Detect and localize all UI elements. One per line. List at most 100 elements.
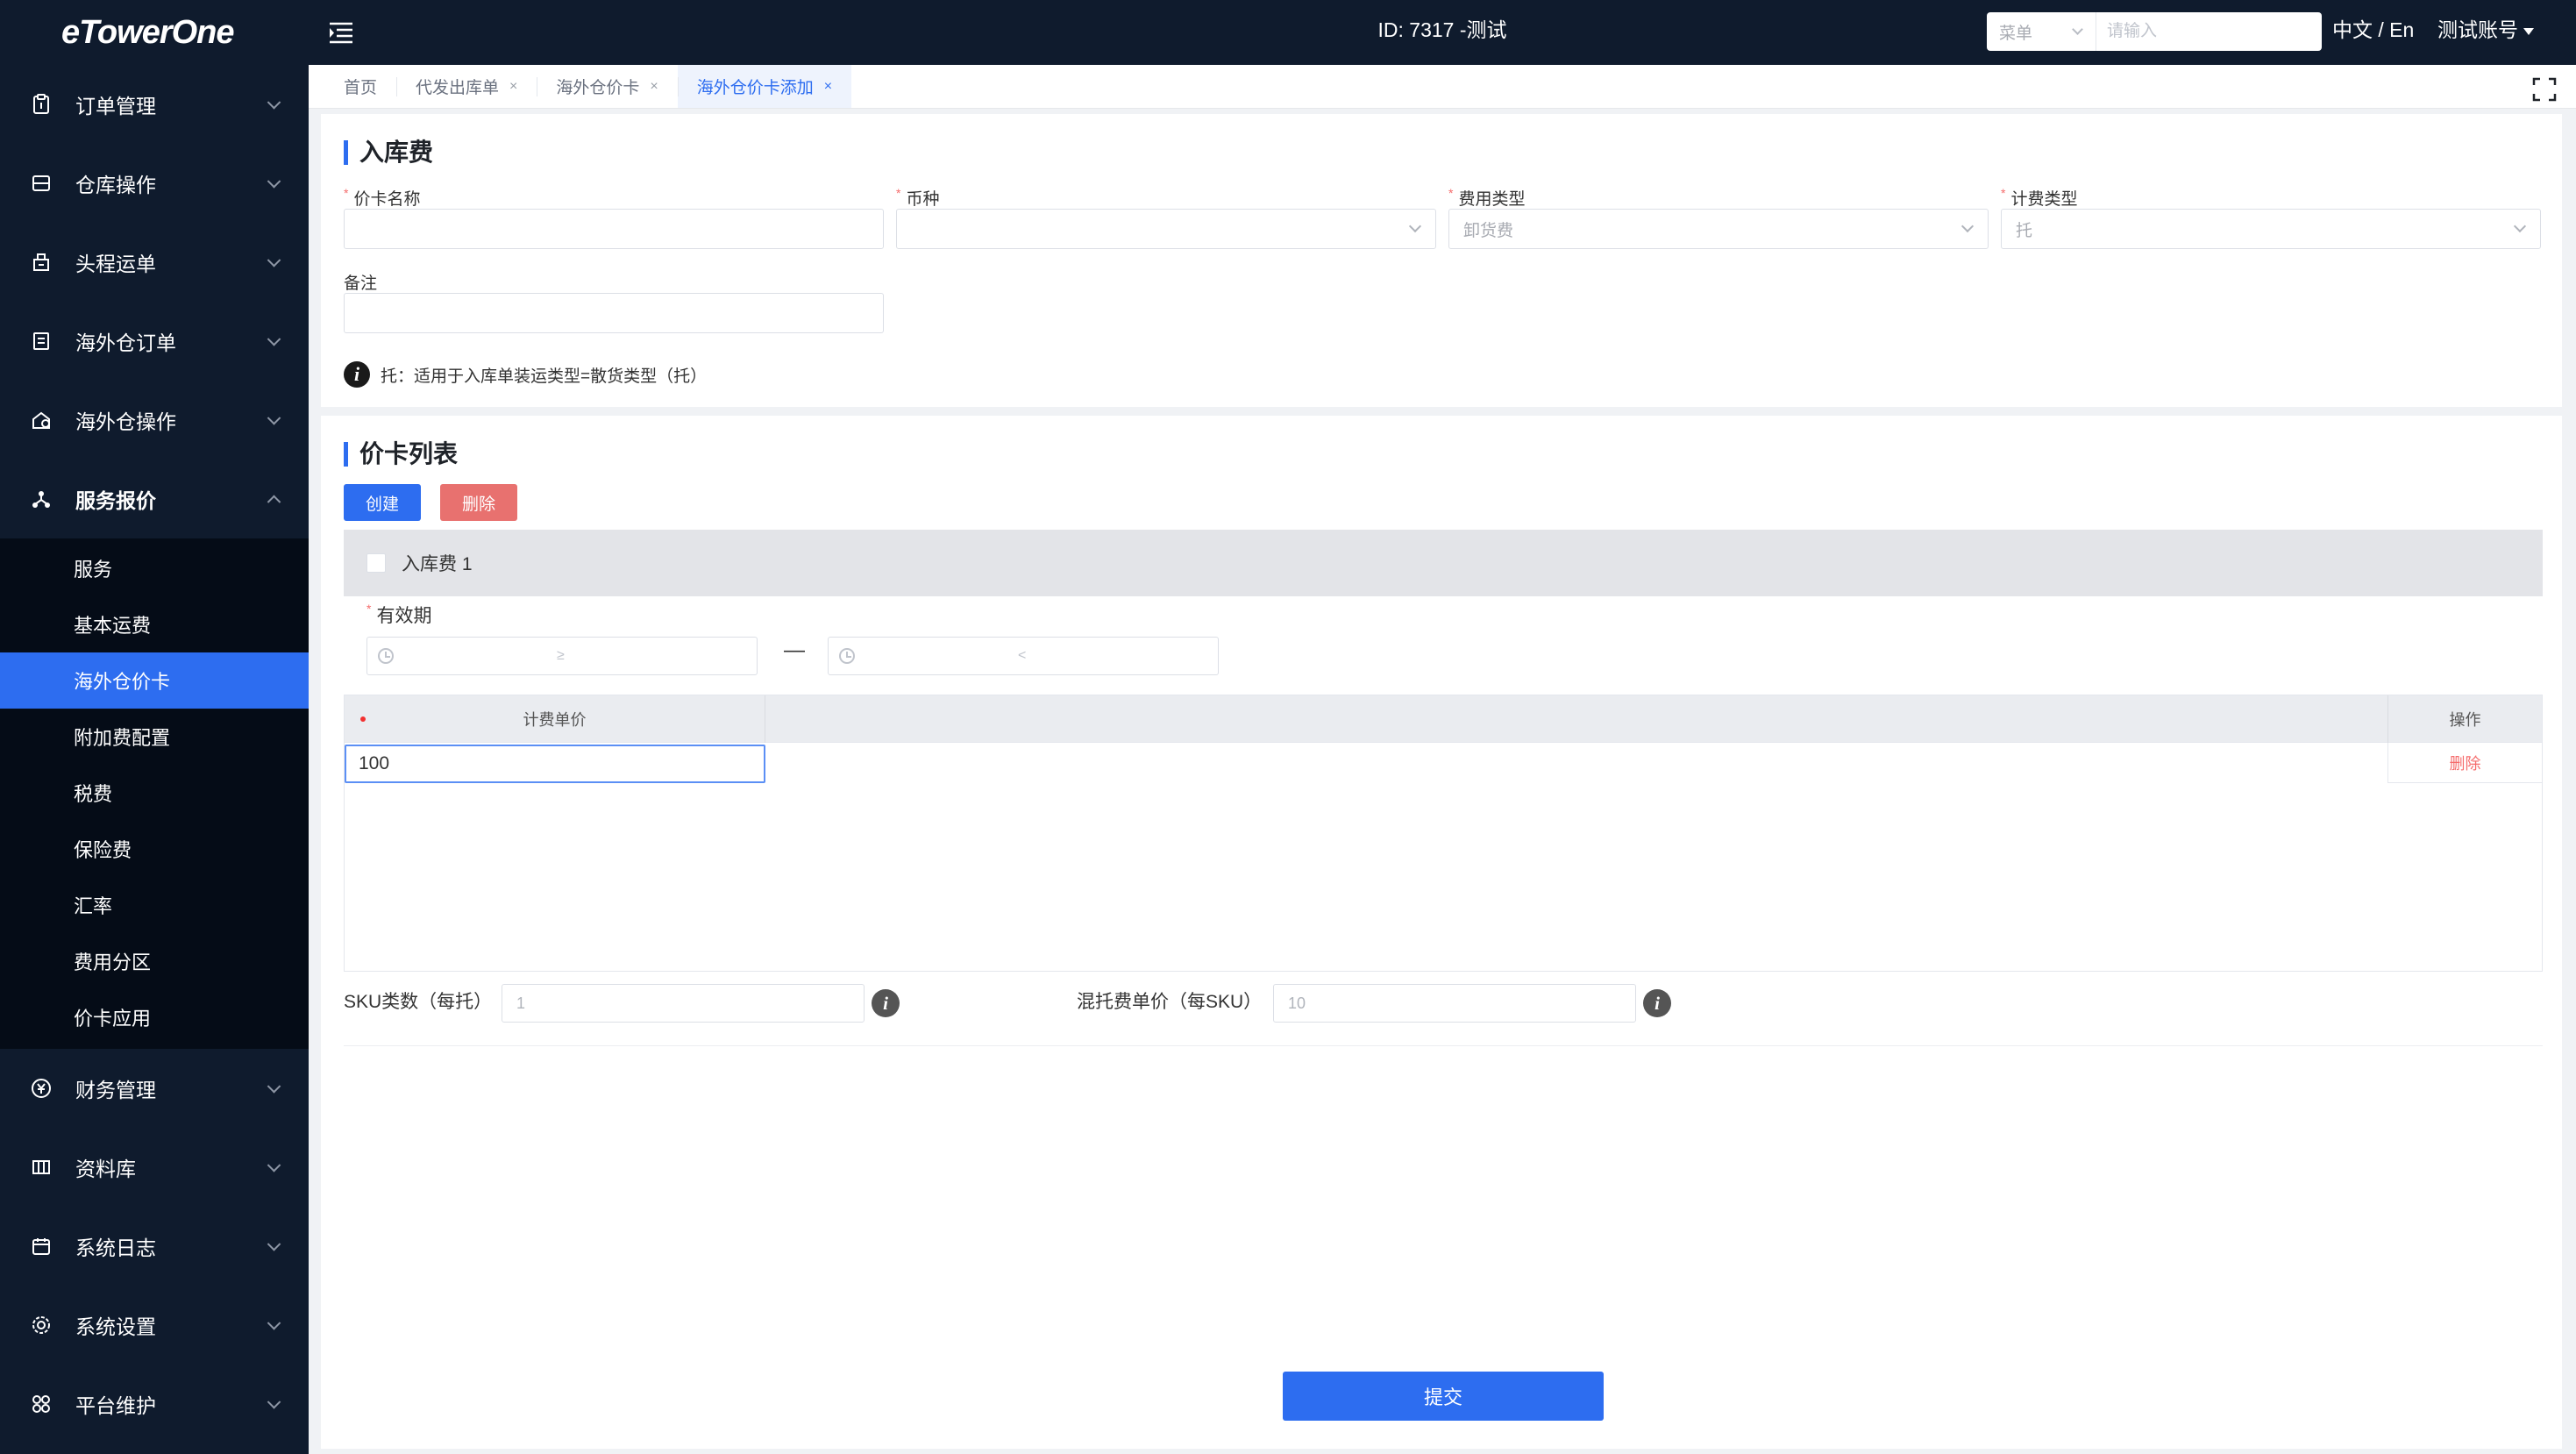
submenu-item-price-card-apply[interactable]: 价卡应用 xyxy=(0,989,309,1045)
database-icon xyxy=(30,1156,53,1179)
chevron-down-icon xyxy=(267,96,281,110)
mixed-price-label: 混托费单价（每SKU） xyxy=(1077,992,1263,1012)
search-scope-select[interactable]: 菜单 xyxy=(1987,12,2096,51)
sidebar-item-warehouse-ops[interactable]: 仓库操作 xyxy=(0,144,309,223)
submit-button[interactable]: 提交 xyxy=(1283,1372,1604,1421)
col-unit-price-label: 计费单价 xyxy=(523,711,587,729)
billing-type-label: * 计费类型 xyxy=(2001,186,2077,210)
fee-type-select[interactable]: 卸货费 xyxy=(1448,209,1989,249)
remark-label: 备注 xyxy=(344,274,378,293)
language-switch[interactable]: 中文 / En xyxy=(2332,0,2414,60)
top-bar: ID: 7317 -测试 菜单 中文 / En 测试账号 xyxy=(309,0,2576,65)
finance-icon xyxy=(30,1077,53,1100)
submenu-item-exchange-rate[interactable]: 汇率 xyxy=(0,877,309,933)
tab-overseas-price-card-add[interactable]: 海外仓价卡添加 × xyxy=(677,65,852,108)
create-button[interactable]: 创建 xyxy=(344,484,421,521)
info-icon: i xyxy=(344,361,370,388)
billing-type-label-text: 计费类型 xyxy=(2010,190,2078,209)
tab-label: 首页 xyxy=(344,79,378,97)
remark-input[interactable] xyxy=(344,293,884,333)
chevron-down-icon xyxy=(267,332,281,346)
submenu-item-base-freight[interactable]: 基本运费 xyxy=(0,596,309,652)
sku-count-value: 1 xyxy=(516,994,526,1012)
warehouse-icon xyxy=(30,172,53,195)
fullscreen-icon[interactable] xyxy=(2532,77,2557,102)
unit-price-value: 100 xyxy=(359,753,390,773)
price-card-list-section: 价卡列表 创建 删除 入库费 1 * 有效期 ≥ — < 计费单价 操作 100 … xyxy=(321,416,2562,1449)
search-input[interactable] xyxy=(2096,12,2322,51)
tab-overseas-price-card[interactable]: 海外仓价卡 × xyxy=(537,65,677,108)
app-logo[interactable]: eTowerOne xyxy=(0,0,309,65)
menu-toggle-icon[interactable] xyxy=(326,18,356,47)
network-icon xyxy=(30,488,53,510)
close-icon[interactable]: × xyxy=(824,79,832,95)
service-quotes-submenu: 服务 基本运费 海外仓价卡 附加费配置 税费 保险费 汇率 费用分区 价卡应用 xyxy=(0,538,309,1049)
tab-dropship-outbound[interactable]: 代发出库单 × xyxy=(396,65,537,108)
info-icon[interactable]: i xyxy=(872,989,900,1017)
row-delete-link[interactable]: 删除 xyxy=(2387,743,2542,783)
date-separator: — xyxy=(784,638,805,662)
validity-label: * 有效期 xyxy=(366,602,431,628)
submenu-item-surcharge-config[interactable]: 附加费配置 xyxy=(0,709,309,765)
tab-home[interactable]: 首页 xyxy=(324,65,396,108)
submenu-item-insurance[interactable]: 保险费 xyxy=(0,821,309,877)
sidebar-item-service-quotes[interactable]: 服务报价 xyxy=(0,460,309,538)
submenu-item-fee-zone[interactable]: 费用分区 xyxy=(0,933,309,989)
submenu-item-tax[interactable]: 税费 xyxy=(0,765,309,821)
unit-price-input[interactable]: 100 xyxy=(345,745,765,783)
validity-start-input[interactable]: ≥ xyxy=(366,637,758,675)
chevron-down-icon xyxy=(267,411,281,425)
sidebar: eTowerOne 订单管理 仓库操作 头程运单 海外仓订单 海外仓操作 服务报… xyxy=(0,0,309,1454)
account-name: 测试账号 xyxy=(2437,18,2518,41)
page-tabs: 首页 代发出库单 × 海外仓价卡 × 海外仓价卡添加 × xyxy=(309,65,2576,109)
currency-label: * 币种 xyxy=(896,186,939,210)
sidebar-item-label: 财务管理 xyxy=(75,1079,156,1101)
sku-count-label: SKU类数（每托） xyxy=(344,992,493,1012)
clock-icon xyxy=(378,648,394,664)
card-name-label: * 价卡名称 xyxy=(344,186,420,210)
sidebar-item-label: 系统日志 xyxy=(75,1237,156,1259)
currency-select[interactable] xyxy=(896,209,1436,249)
required-mark: * xyxy=(2001,186,2006,200)
sidebar-item-order-management[interactable]: 订单管理 xyxy=(0,65,309,144)
validity-end-input[interactable]: < xyxy=(828,637,1219,675)
mixed-price-input[interactable]: 10 xyxy=(1273,984,1636,1023)
clock-icon xyxy=(839,648,855,664)
sidebar-item-system-log[interactable]: 系统日志 xyxy=(0,1207,309,1286)
sidebar-item-overseas-orders[interactable]: 海外仓订单 xyxy=(0,302,309,381)
sidebar-item-platform-maintenance[interactable]: 平台维护 xyxy=(0,1365,309,1443)
close-icon[interactable]: × xyxy=(509,79,517,95)
price-card-name: 入库费 1 xyxy=(402,554,473,574)
info-icon[interactable]: i xyxy=(1643,989,1671,1017)
close-icon[interactable]: × xyxy=(650,79,658,95)
price-card-header: 入库费 1 xyxy=(344,530,2543,596)
overseas-warehouse-icon xyxy=(30,409,53,431)
sidebar-item-system-settings[interactable]: 系统设置 xyxy=(0,1286,309,1365)
price-card-checkbox[interactable] xyxy=(366,553,386,573)
date-from-placeholder: ≥ xyxy=(557,648,565,663)
sidebar-item-overseas-ops[interactable]: 海外仓操作 xyxy=(0,381,309,460)
sidebar-item-database[interactable]: 资料库 xyxy=(0,1128,309,1207)
sidebar-item-finance[interactable]: 财务管理 xyxy=(0,1049,309,1128)
billing-type-select[interactable]: 托 xyxy=(2001,209,2541,249)
sidebar-item-label: 头程运单 xyxy=(75,253,156,275)
chevron-down-icon xyxy=(1960,219,1975,233)
tab-label: 海外仓价卡添加 xyxy=(696,79,814,97)
tab-label: 海外仓价卡 xyxy=(556,79,640,97)
clipboard-icon xyxy=(30,93,53,116)
tab-label: 代发出库单 xyxy=(416,79,500,97)
chevron-up-icon xyxy=(267,495,281,510)
submenu-item-service[interactable]: 服务 xyxy=(0,540,309,596)
delete-button[interactable]: 删除 xyxy=(440,484,517,521)
sidebar-item-label: 服务报价 xyxy=(75,489,156,512)
chevron-down-icon xyxy=(267,253,281,267)
account-menu[interactable]: 测试账号 xyxy=(2437,0,2534,60)
required-dot xyxy=(360,716,366,722)
fee-type-value: 卸货费 xyxy=(1463,221,1514,240)
sku-count-input[interactable]: 1 xyxy=(502,984,865,1023)
price-table-header: 计费单价 操作 xyxy=(345,695,2542,743)
chevron-down-icon xyxy=(267,1080,281,1094)
submenu-item-overseas-price-card[interactable]: 海外仓价卡 xyxy=(0,652,309,709)
sidebar-item-first-leg-waybill[interactable]: 头程运单 xyxy=(0,223,309,302)
card-name-input[interactable] xyxy=(344,209,884,249)
